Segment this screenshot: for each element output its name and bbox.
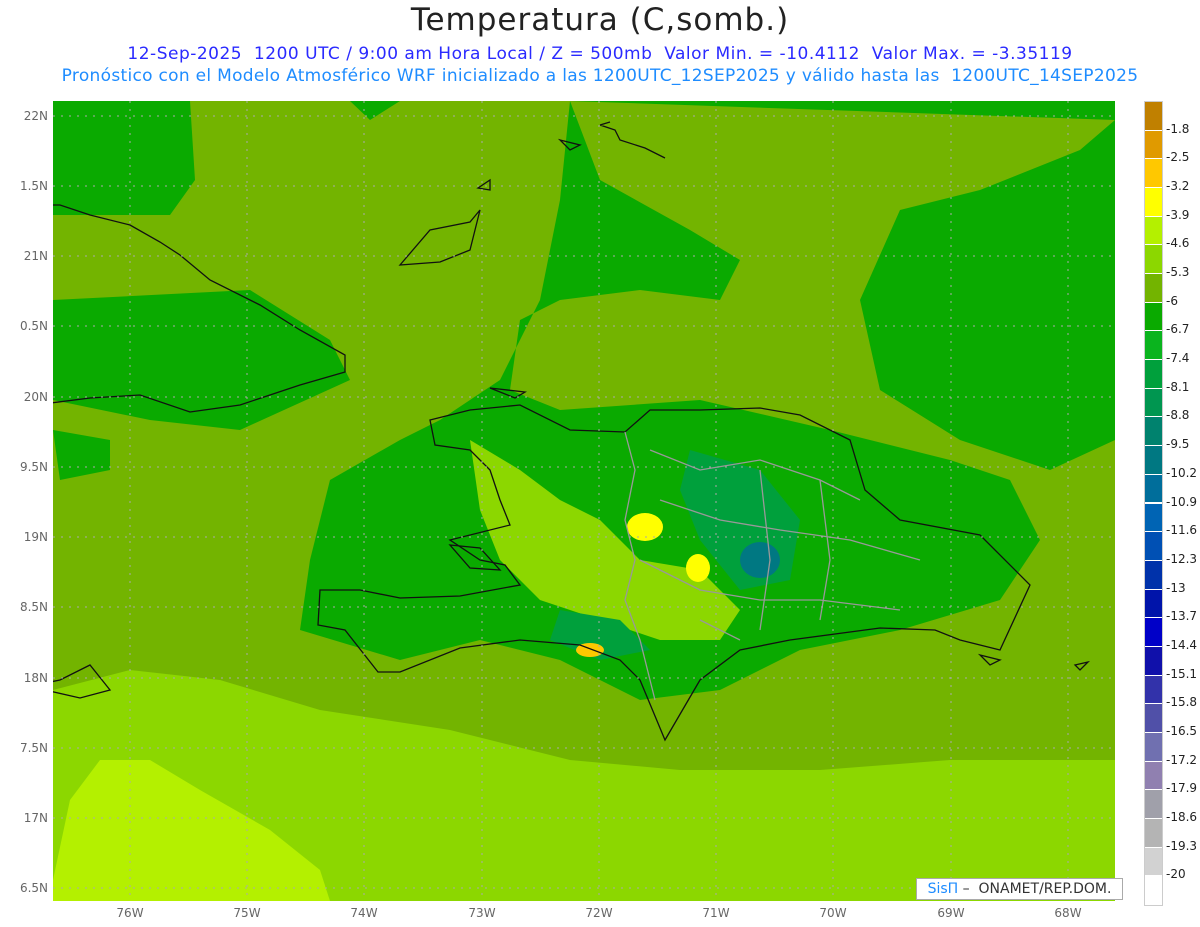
colorbar-swatch — [1145, 560, 1162, 589]
colorbar-label: -20 — [1166, 867, 1186, 882]
colorbar-label: -8.1 — [1166, 379, 1190, 394]
lat-label: 1.5N — [19, 179, 48, 193]
lon-label: 71W — [702, 906, 730, 920]
lon-label: 75W — [233, 906, 261, 920]
colorbar-swatch — [1145, 646, 1162, 675]
colorbar-swatch — [1145, 102, 1162, 130]
colorbar-swatch — [1145, 503, 1162, 532]
lat-label: 18N — [23, 671, 48, 685]
colorbar-swatch — [1145, 216, 1162, 245]
lon-label: 69W — [937, 906, 965, 920]
lat-label: 19N — [23, 530, 48, 544]
lat-label: 7.5N — [19, 741, 48, 755]
colorbar-swatch — [1145, 159, 1162, 188]
colorbar-label: -2.5 — [1166, 150, 1190, 165]
colorbar-swatch — [1145, 761, 1162, 790]
colorbar-swatch — [1145, 417, 1162, 446]
colorbar-swatch — [1145, 876, 1162, 904]
colorbar-label: -1.8 — [1166, 121, 1190, 136]
colorbar-label: -9.5 — [1166, 437, 1190, 452]
lat-label: 21N — [23, 249, 48, 263]
field-teal-min — [740, 542, 780, 578]
colorbar-swatch — [1145, 704, 1162, 732]
colorbar-swatch — [1145, 331, 1162, 360]
lon-label: 74W — [350, 906, 378, 920]
colorbar-label: -18.6 — [1166, 809, 1198, 824]
colorbar-swatch — [1145, 474, 1162, 503]
colorbar-label: -17.2 — [1166, 752, 1198, 767]
colorbar-label: -6 — [1166, 293, 1178, 308]
lon-label: 76W — [116, 906, 144, 920]
lat-label: 22N — [23, 109, 48, 123]
colorbar-swatch — [1145, 130, 1162, 159]
lat-label: 0.5N — [19, 319, 48, 333]
colorbar-swatch — [1145, 302, 1162, 331]
colorbar-label: -10.2 — [1166, 465, 1198, 480]
colorbar-label: -15.1 — [1166, 666, 1198, 681]
colorbar — [1144, 101, 1163, 906]
lon-label: 68W — [1054, 906, 1082, 920]
colorbar-label: -6.7 — [1166, 322, 1190, 337]
colorbar-swatch — [1145, 675, 1162, 704]
colorbar-swatch — [1145, 446, 1162, 474]
colorbar-label: -15.8 — [1166, 695, 1198, 710]
lat-label: 6.5N — [19, 881, 48, 895]
colorbar-label: -3.2 — [1166, 179, 1190, 194]
colorbar-label: -12.3 — [1166, 551, 1198, 566]
colorbar-label: -7.4 — [1166, 351, 1190, 366]
colorbar-label: -13 — [1166, 580, 1186, 595]
colorbar-swatch — [1145, 532, 1162, 560]
colorbar-label: -5.3 — [1166, 265, 1190, 280]
colorbar-swatch — [1145, 732, 1162, 761]
colorbar-label: -3.9 — [1166, 207, 1190, 222]
colorbar-swatch — [1145, 388, 1162, 417]
lon-label: 70W — [819, 906, 847, 920]
field-yellow-max-2 — [686, 554, 710, 582]
lon-label: 73W — [468, 906, 496, 920]
sispi-brand: SisΠ — [927, 881, 959, 897]
lat-label: 17N — [23, 811, 48, 825]
lat-label: 20N — [23, 390, 48, 404]
colorbar-label: -17.9 — [1166, 781, 1198, 796]
colorbar-swatch — [1145, 847, 1162, 876]
colorbar-swatch — [1145, 360, 1162, 388]
lat-label: 8.5N — [19, 600, 48, 614]
colorbar-label: -10.9 — [1166, 494, 1198, 509]
logo-text: – ONAMET/REP.DOM. — [958, 881, 1112, 897]
colorbar-label: -13.7 — [1166, 609, 1198, 624]
colorbar-swatch — [1145, 188, 1162, 216]
lon-label: 72W — [585, 906, 613, 920]
temperature-map — [53, 101, 1115, 901]
colorbar-swatch — [1145, 589, 1162, 618]
colorbar-label: -8.8 — [1166, 408, 1190, 423]
colorbar-swatch — [1145, 274, 1162, 302]
colorbar-swatch — [1145, 245, 1162, 274]
colorbar-swatch — [1145, 818, 1162, 847]
colorbar-label: -14.4 — [1166, 637, 1198, 652]
colorbar-label: -11.6 — [1166, 523, 1198, 538]
colorbar-label: -4.6 — [1166, 236, 1190, 251]
onamet-logo: SisΠ – ONAMET/REP.DOM. — [916, 878, 1123, 900]
lat-label: 9.5N — [19, 460, 48, 474]
colorbar-swatch — [1145, 618, 1162, 646]
colorbar-label: -16.5 — [1166, 723, 1198, 738]
colorbar-swatch — [1145, 790, 1162, 818]
colorbar-label: -19.3 — [1166, 838, 1198, 853]
